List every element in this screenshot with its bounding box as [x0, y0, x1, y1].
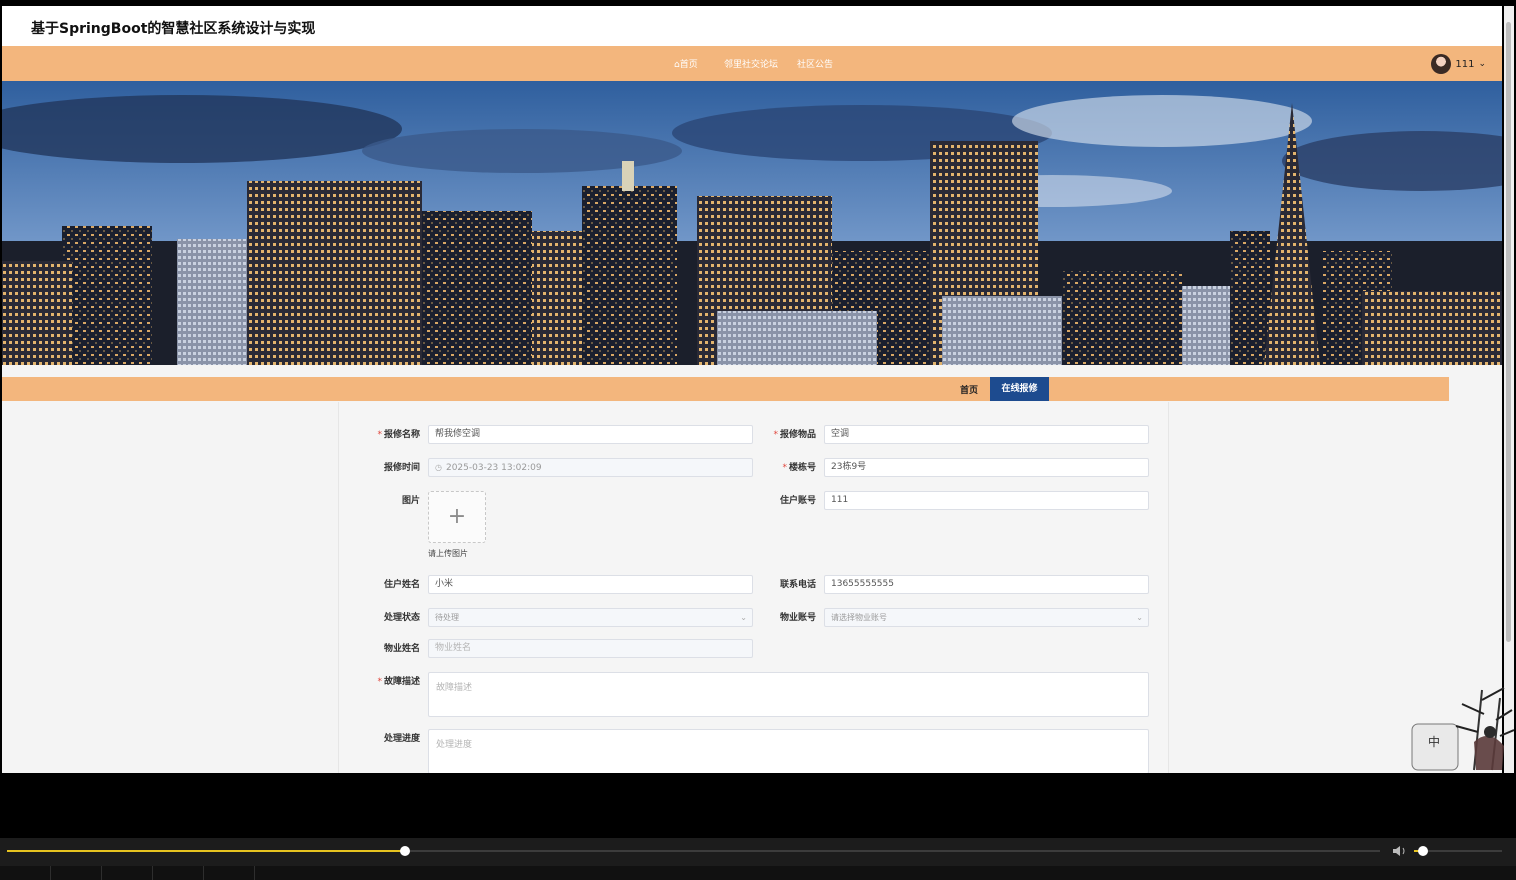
user-name: 111	[1455, 58, 1475, 70]
status-select[interactable]: 待处理 ⌄	[428, 608, 753, 627]
browser-page: 基于SpringBoot的智慧社区系统设计与实现 ⌂首页 邻里社交论坛 社区公告…	[2, 6, 1502, 773]
taskbar-divider	[101, 866, 102, 880]
nav-home[interactable]: ⌂首页	[674, 57, 698, 70]
label-repair-name: * 报修名称	[360, 427, 420, 440]
required-mark: *	[377, 430, 382, 440]
taskbar-divider	[203, 866, 204, 880]
clock-icon: ◷	[435, 463, 442, 472]
title-bar: 基于SpringBoot的智慧社区系统设计与实现	[2, 6, 1502, 46]
top-nav: ⌂首页 邻里社交论坛 社区公告 111 ⌄	[2, 46, 1502, 81]
label-text: 报修名称	[383, 430, 420, 440]
status-value: 待处理	[435, 613, 459, 622]
label-resident-name: 住户姓名	[383, 580, 420, 590]
chevron-down-icon: ⌄	[1478, 59, 1486, 69]
label-phone: 联系电话	[779, 580, 816, 590]
progress-textarea[interactable]: 处理进度	[428, 729, 1149, 773]
label-property-account: 物业账号	[779, 613, 816, 623]
repair-form: * 报修名称 帮我修空调 * 报修物品 空调 报修时间 ◷ 2025-03-23 13…	[338, 402, 1169, 773]
taskbar-divider	[50, 866, 51, 880]
label-status: 处理状态	[383, 613, 420, 623]
site-title: 基于SpringBoot的智慧社区系统设计与实现	[31, 21, 316, 37]
resident-account-input[interactable]: 111	[824, 491, 1149, 510]
resident-name-input[interactable]: 小米	[428, 575, 753, 594]
fault-desc-textarea[interactable]: 故障描述	[428, 672, 1149, 717]
chevron-down-icon: ⌄	[1136, 613, 1143, 622]
plus-icon: +	[447, 504, 467, 529]
user-menu[interactable]: 111 ⌄	[1431, 53, 1486, 75]
label-image: 图片	[401, 496, 420, 506]
required-mark: *	[782, 463, 787, 473]
taskbar	[0, 866, 1516, 880]
repair-time-value: 2025-03-23 13:02:09	[445, 463, 542, 473]
property-account-select[interactable]: 请选择物业账号 ⌄	[824, 608, 1149, 627]
breadcrumb-home[interactable]: 首页	[960, 383, 978, 396]
chevron-down-icon: ⌄	[740, 613, 747, 622]
label-building: * 楼栋号	[756, 460, 816, 473]
speaker-icon	[1393, 846, 1405, 856]
volume-icon[interactable]	[1392, 844, 1408, 858]
bamboo-widget[interactable]: 中	[1404, 680, 1515, 772]
seek-progress	[7, 850, 406, 852]
bamboo-ink-icon: 中	[1411, 687, 1515, 771]
tab-online-repair[interactable]: 在线报修	[990, 377, 1049, 401]
city-skyline-image	[2, 81, 1502, 365]
breadcrumb: 首页 在线报修	[2, 377, 1449, 401]
upload-tip: 请上传图片	[428, 549, 468, 558]
label-repair-time: 报修时间	[383, 463, 420, 473]
property-account-placeholder: 请选择物业账号	[831, 613, 887, 622]
required-mark: *	[773, 430, 778, 440]
phone-input[interactable]: 13655555555	[824, 575, 1149, 594]
repair-name-input[interactable]: 帮我修空调	[428, 425, 753, 444]
taskbar-divider	[152, 866, 153, 880]
label-repair-item: * 报修物品	[756, 427, 816, 440]
image-upload-button[interactable]: +	[428, 491, 486, 543]
nav-forum[interactable]: 邻里社交论坛	[724, 57, 778, 70]
label-text: 楼栋号	[788, 463, 816, 473]
label-progress: 处理进度	[383, 734, 420, 744]
video-player-controls	[0, 838, 1516, 866]
volume-handle[interactable]	[1417, 846, 1428, 856]
city-banner	[2, 81, 1502, 365]
scrollbar-thumb[interactable]	[1506, 22, 1511, 642]
svg-text:中: 中	[1428, 734, 1440, 749]
label-fault-desc: * 故障描述	[360, 674, 420, 687]
repair-time-input[interactable]: ◷ 2025-03-23 13:02:09	[428, 458, 753, 477]
nav-notice[interactable]: 社区公告	[797, 57, 833, 70]
seek-handle[interactable]	[400, 846, 411, 856]
label-property-name: 物业姓名	[383, 644, 420, 654]
property-name-input[interactable]: 物业姓名	[428, 639, 753, 658]
taskbar-divider	[254, 866, 255, 880]
label-text: 故障描述	[383, 677, 420, 687]
nav-home-label: 首页	[679, 60, 698, 70]
required-mark: *	[377, 677, 382, 687]
repair-item-input[interactable]: 空调	[824, 425, 1149, 444]
building-input[interactable]: 23栋9号	[824, 458, 1149, 477]
label-text: 报修物品	[779, 430, 816, 440]
avatar	[1431, 54, 1452, 74]
label-resident-account: 住户账号	[779, 496, 816, 506]
